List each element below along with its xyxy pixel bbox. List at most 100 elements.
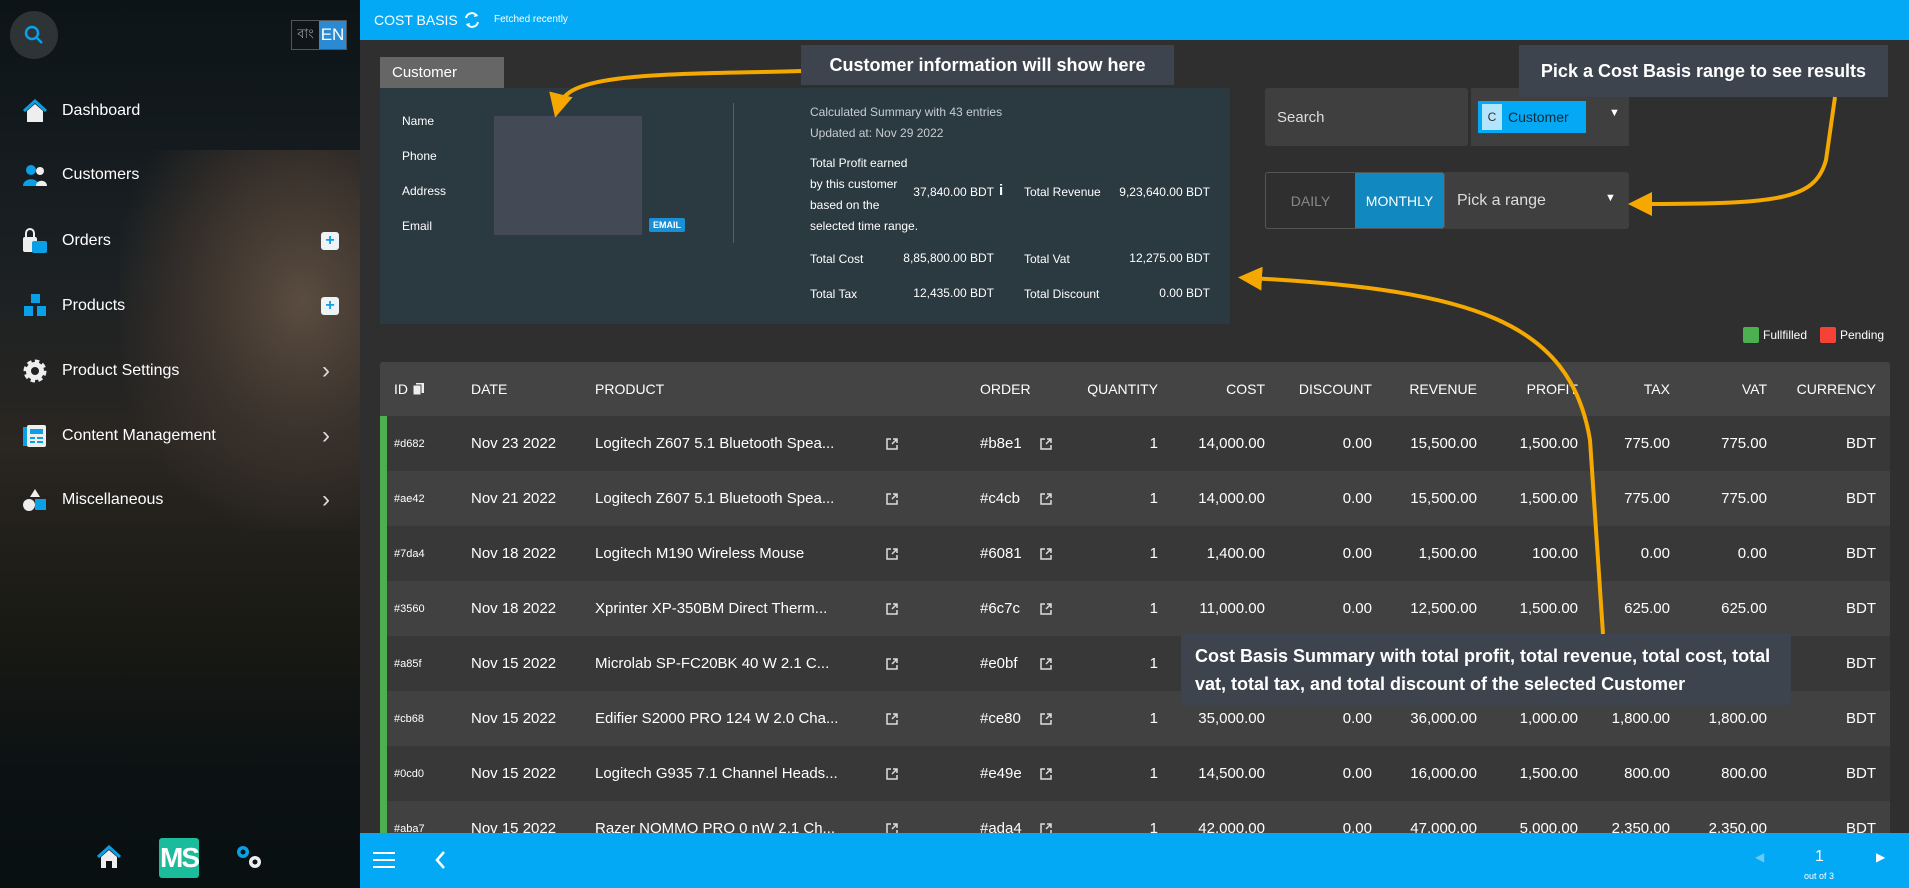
sidebar-item-miscellaneous[interactable]: Miscellaneous › [0,475,360,525]
header-vat[interactable]: VAT [1675,362,1767,416]
header-revenue[interactable]: REVENUE [1375,362,1477,416]
external-link[interactable] [1040,636,1052,691]
header-cost[interactable]: COST [1160,362,1265,416]
language-toggle[interactable]: বাং EN [291,20,347,50]
header-currency[interactable]: CURRENCY [1770,362,1876,416]
search-input[interactable]: Search [1265,88,1468,146]
page-number[interactable]: 1 [1815,848,1824,866]
external-link[interactable] [1040,801,1052,833]
external-link[interactable] [886,691,898,746]
copy-icon[interactable] [413,383,425,395]
external-link[interactable] [1040,691,1052,746]
back-icon[interactable] [434,850,446,870]
cell-product[interactable]: Razer NOMMO PRO 0 nW 2.1 Ch... [595,801,865,833]
table-row[interactable]: #7da4 Nov 18 2022 Logitech M190 Wireless M… [380,526,1890,581]
cell-order[interactable]: #c4cb [980,471,1040,526]
header-quantity[interactable]: QUANTITY [1080,362,1158,416]
logo[interactable]: MS [159,838,200,878]
header-discount[interactable]: DISCOUNT [1270,362,1372,416]
external-link[interactable] [886,526,898,581]
prev-page-icon[interactable]: ◀ [1755,850,1764,864]
table-row[interactable]: #d682 Nov 23 2022 Logitech Z607 5.1 Blueto… [380,416,1890,471]
external-link-icon[interactable] [1040,767,1052,780]
cell-order[interactable]: #e0bf [980,636,1040,691]
chevron-right-icon[interactable]: › [322,422,330,450]
sidebar-item-content-management[interactable]: Content Management › [0,411,360,461]
header-tax[interactable]: TAX [1580,362,1670,416]
monthly-button[interactable]: MONTHLY [1355,173,1444,228]
external-link[interactable] [886,416,898,471]
external-link-icon[interactable] [1040,547,1052,560]
external-link-icon[interactable] [1040,602,1052,615]
cell-order[interactable]: #6c7c [980,581,1040,636]
external-link-icon[interactable] [1040,657,1052,670]
sidebar-item-products[interactable]: Products + [0,281,360,331]
header-id[interactable]: ID [394,362,454,416]
cell-product[interactable]: Edifier S2000 PRO 124 W 2.0 Cha... [595,691,865,746]
header-product[interactable]: PRODUCT [595,362,865,416]
external-link[interactable] [886,471,898,526]
external-link-icon[interactable] [886,437,898,450]
cell-product[interactable]: Microlab SP-FC20BK 40 W 2.1 C... [595,636,865,691]
sidebar-item-product-settings[interactable]: Product Settings › [0,346,360,396]
sidebar-item-orders[interactable]: Orders + [0,216,360,266]
chevron-right-icon[interactable]: › [322,486,330,514]
external-link[interactable] [1040,526,1052,581]
header-order[interactable]: ORDER [980,362,1040,416]
cell-order[interactable]: #6081 [980,526,1040,581]
external-link-icon[interactable] [886,822,898,834]
cell-product[interactable]: Logitech M190 Wireless Mouse [595,526,865,581]
external-link-icon[interactable] [886,657,898,670]
add-icon[interactable]: + [321,232,339,250]
daily-button[interactable]: DAILY [1266,173,1355,228]
external-link[interactable] [886,636,898,691]
header-profit[interactable]: PROFIT [1480,362,1578,416]
external-link[interactable] [1040,416,1052,471]
range-select[interactable]: Pick a range ▼ [1445,172,1629,229]
cell-order[interactable]: #ada4 [980,801,1040,833]
external-link-icon[interactable] [886,712,898,725]
external-link[interactable] [886,746,898,801]
add-icon[interactable]: + [321,297,339,315]
cell-product[interactable]: Logitech G935 7.1 Channel Heads... [595,746,865,801]
external-link-icon[interactable] [886,547,898,560]
cell-order[interactable]: #ce80 [980,691,1040,746]
refresh-icon[interactable] [462,10,482,30]
chevron-right-icon[interactable]: › [322,357,330,385]
info-icon[interactable]: i [999,182,1003,199]
external-link-icon[interactable] [1040,492,1052,505]
external-link[interactable] [1040,471,1052,526]
cell-order[interactable]: #e49e [980,746,1040,801]
table-row[interactable]: #ae42 Nov 21 2022 Logitech Z607 5.1 Blueto… [380,471,1890,526]
menu-icon[interactable] [373,851,395,869]
table-row[interactable]: #3560 Nov 18 2022 Xprinter XP-350BM Direct… [380,581,1890,636]
external-link-icon[interactable] [1040,437,1052,450]
external-link-icon[interactable] [886,602,898,615]
customer-chip[interactable]: C Customer [1478,101,1586,133]
external-link-icon[interactable] [1040,822,1052,834]
cell-product[interactable]: Logitech Z607 5.1 Bluetooth Spea... [595,471,865,526]
sidebar-item-dashboard[interactable]: Dashboard [0,86,360,136]
lang-en[interactable]: EN [319,21,346,49]
table-row[interactable]: #0cd0 Nov 15 2022 Logitech G935 7.1 Channe… [380,746,1890,801]
next-page-icon[interactable]: ▶ [1876,850,1885,864]
caret-down-icon[interactable]: ▼ [1609,107,1620,119]
external-link[interactable] [886,801,898,833]
external-link-icon[interactable] [1040,712,1052,725]
caret-down-icon[interactable]: ▼ [1605,192,1616,204]
sidebar-item-customers[interactable]: Customers [0,150,360,200]
cell-product[interactable]: Xprinter XP-350BM Direct Therm... [595,581,865,636]
external-link[interactable] [1040,746,1052,801]
cell-product[interactable]: Logitech Z607 5.1 Bluetooth Spea... [595,416,865,471]
home-icon[interactable] [96,845,122,869]
external-link[interactable] [1040,581,1052,636]
external-link-icon[interactable] [886,767,898,780]
settings-gears-icon[interactable] [234,843,266,871]
table-row[interactable]: #aba7 Nov 15 2022 Razer NOMMO PRO 0 nW 2.1… [380,801,1890,833]
header-date[interactable]: DATE [471,362,571,416]
external-link[interactable] [886,581,898,636]
external-link-icon[interactable] [886,492,898,505]
email-badge[interactable]: EMAIL [649,218,685,232]
search-button[interactable] [10,11,58,59]
customer-tab[interactable]: Customer [380,57,504,88]
